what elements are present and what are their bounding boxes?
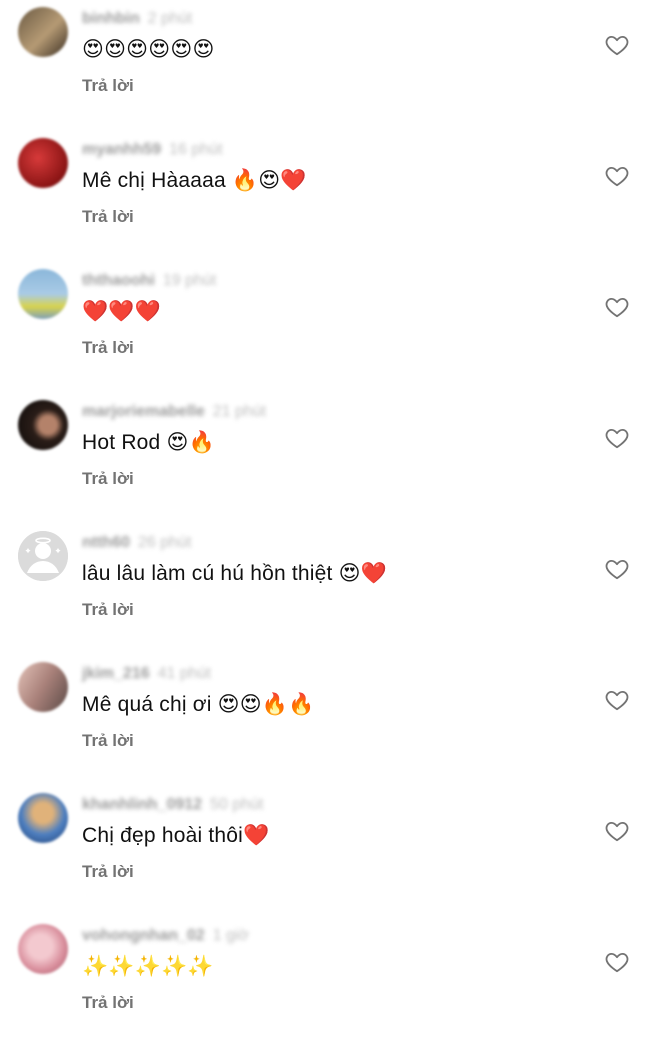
reply-button[interactable]: Trả lời xyxy=(82,206,134,228)
reply-button[interactable]: Trả lời xyxy=(82,468,134,490)
timestamp: 16 phút xyxy=(169,141,223,158)
username[interactable]: khanhlinh_0912 xyxy=(82,796,202,813)
comment-item: vohongnhan_02 1 giờ ✨✨✨✨✨ Trả lời xyxy=(0,924,660,1055)
heart-outline-icon[interactable] xyxy=(604,949,630,975)
comment-meta: ththaoohi 19 phút xyxy=(82,271,216,291)
avatar[interactable] xyxy=(18,269,68,319)
comment-meta: vohongnhan_02 1 giờ xyxy=(82,926,249,946)
timestamp: 19 phút xyxy=(162,272,217,289)
heart-outline-icon[interactable] xyxy=(604,818,630,844)
reply-button[interactable]: Trả lời xyxy=(82,599,134,621)
username[interactable]: ntth60 xyxy=(82,534,130,551)
avatar[interactable] xyxy=(18,400,68,450)
comment-text: Mê chị Hàaaaa 🔥😍❤️ xyxy=(82,169,307,192)
comment-meta: myanhh59 16 phút xyxy=(82,140,223,160)
heart-outline-icon[interactable] xyxy=(604,32,630,58)
comment-text: Chị đẹp hoài thôi❤️ xyxy=(82,824,270,847)
username[interactable]: marjoriemabelle xyxy=(82,403,205,420)
comment-item: jkim_216 41 phút Mê quá chị ơi 😍😍🔥🔥 Trả lời xyxy=(0,662,660,793)
timestamp: 21 phút xyxy=(212,403,267,420)
default-profile-icon[interactable] xyxy=(18,531,68,581)
avatar[interactable] xyxy=(18,138,68,188)
comment-item: marjoriemabelle 21 phút Hot Rod 😍🔥 Trả lời xyxy=(0,400,660,531)
reply-button[interactable]: Trả lời xyxy=(82,337,134,359)
avatar[interactable] xyxy=(18,924,68,974)
comment-meta: khanhlinh_0912 50 phút xyxy=(82,795,263,815)
avatar[interactable] xyxy=(18,7,68,57)
heart-outline-icon[interactable] xyxy=(604,556,630,582)
heart-outline-icon[interactable] xyxy=(604,425,630,451)
timestamp: 41 phút xyxy=(157,665,211,682)
comment-item: myanhh59 16 phút Mê chị Hàaaaa 🔥😍❤️ Trả lời xyxy=(0,138,660,269)
comment-item: ntth60 26 phút lâu lâu làm cú hú hồn thiệt… xyxy=(0,531,660,662)
comment-text: Mê quá chị ơi 😍😍🔥🔥 xyxy=(82,693,315,716)
username[interactable]: jkim_216 xyxy=(82,665,150,682)
heart-outline-icon[interactable] xyxy=(604,294,630,320)
reply-button[interactable]: Trả lời xyxy=(82,730,134,752)
heart-outline-icon[interactable] xyxy=(604,163,630,189)
comment-text: 😍😍😍😍😍😍 xyxy=(82,38,215,61)
reply-button[interactable]: Trả lời xyxy=(82,861,134,883)
comment-text: lâu lâu làm cú hú hồn thiệt 😍❤️ xyxy=(82,562,388,585)
comment-item: ththaoohi 19 phút ❤️❤️❤️ Trả lời xyxy=(0,269,660,400)
username[interactable]: ththaoohi xyxy=(82,272,155,289)
heart-outline-icon[interactable] xyxy=(604,687,630,713)
reply-button[interactable]: Trả lời xyxy=(82,75,134,97)
comment-meta: jkim_216 41 phút xyxy=(82,664,211,684)
reply-button[interactable]: Trả lời xyxy=(82,992,134,1014)
username[interactable]: binhbin xyxy=(82,10,140,27)
comment-item: khanhlinh_0912 50 phút Chị đẹp hoài thôi❤️… xyxy=(0,793,660,924)
username[interactable]: vohongnhan_02 xyxy=(82,927,205,944)
avatar[interactable] xyxy=(18,793,68,843)
comment-text: ✨✨✨✨✨ xyxy=(82,955,214,978)
timestamp: 1 giờ xyxy=(212,927,249,944)
comment-meta: binhbin 2 phút xyxy=(82,9,192,29)
timestamp: 2 phút xyxy=(147,10,193,27)
timestamp: 50 phút xyxy=(210,796,264,813)
comment-meta: marjoriemabelle 21 phút xyxy=(82,402,266,422)
username[interactable]: myanhh59 xyxy=(82,141,161,158)
comment-text: Hot Rod 😍🔥 xyxy=(82,431,215,454)
comment-text: ❤️❤️❤️ xyxy=(82,300,162,323)
comment-meta: ntth60 26 phút xyxy=(82,533,191,553)
comment-item: binhbin 2 phút 😍😍😍😍😍😍 Trả lời xyxy=(0,7,660,138)
avatar[interactable] xyxy=(18,662,68,712)
timestamp: 26 phút xyxy=(138,534,192,551)
